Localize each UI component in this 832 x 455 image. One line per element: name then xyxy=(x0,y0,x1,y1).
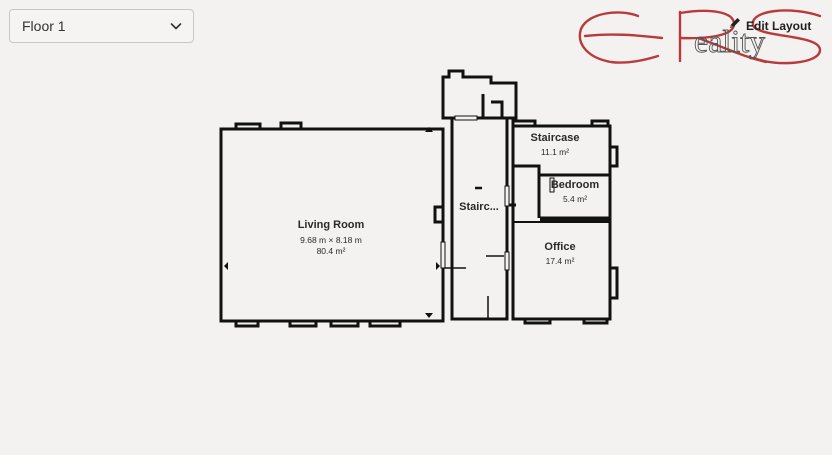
living-room-dimensions: 9.68 m × 8.18 m xyxy=(300,235,362,245)
living-room-area: 80.4 m² xyxy=(317,246,346,256)
bedroom-name: Bedroom xyxy=(551,179,600,191)
floor-plan: Living Room 9.68 m × 8.18 m 80.4 m² Stai… xyxy=(219,69,619,328)
living-room-name: Living Room xyxy=(298,219,365,231)
office-area: 17.4 m² xyxy=(546,256,575,266)
bedroom-area: 5.4 m² xyxy=(563,194,587,204)
staircase-area: 11.1 m² xyxy=(541,147,569,157)
hall-walls xyxy=(450,118,509,321)
office-name: Office xyxy=(544,241,575,253)
hall-name: Stairc... xyxy=(459,201,499,213)
staircase-name: Staircase xyxy=(531,132,580,144)
